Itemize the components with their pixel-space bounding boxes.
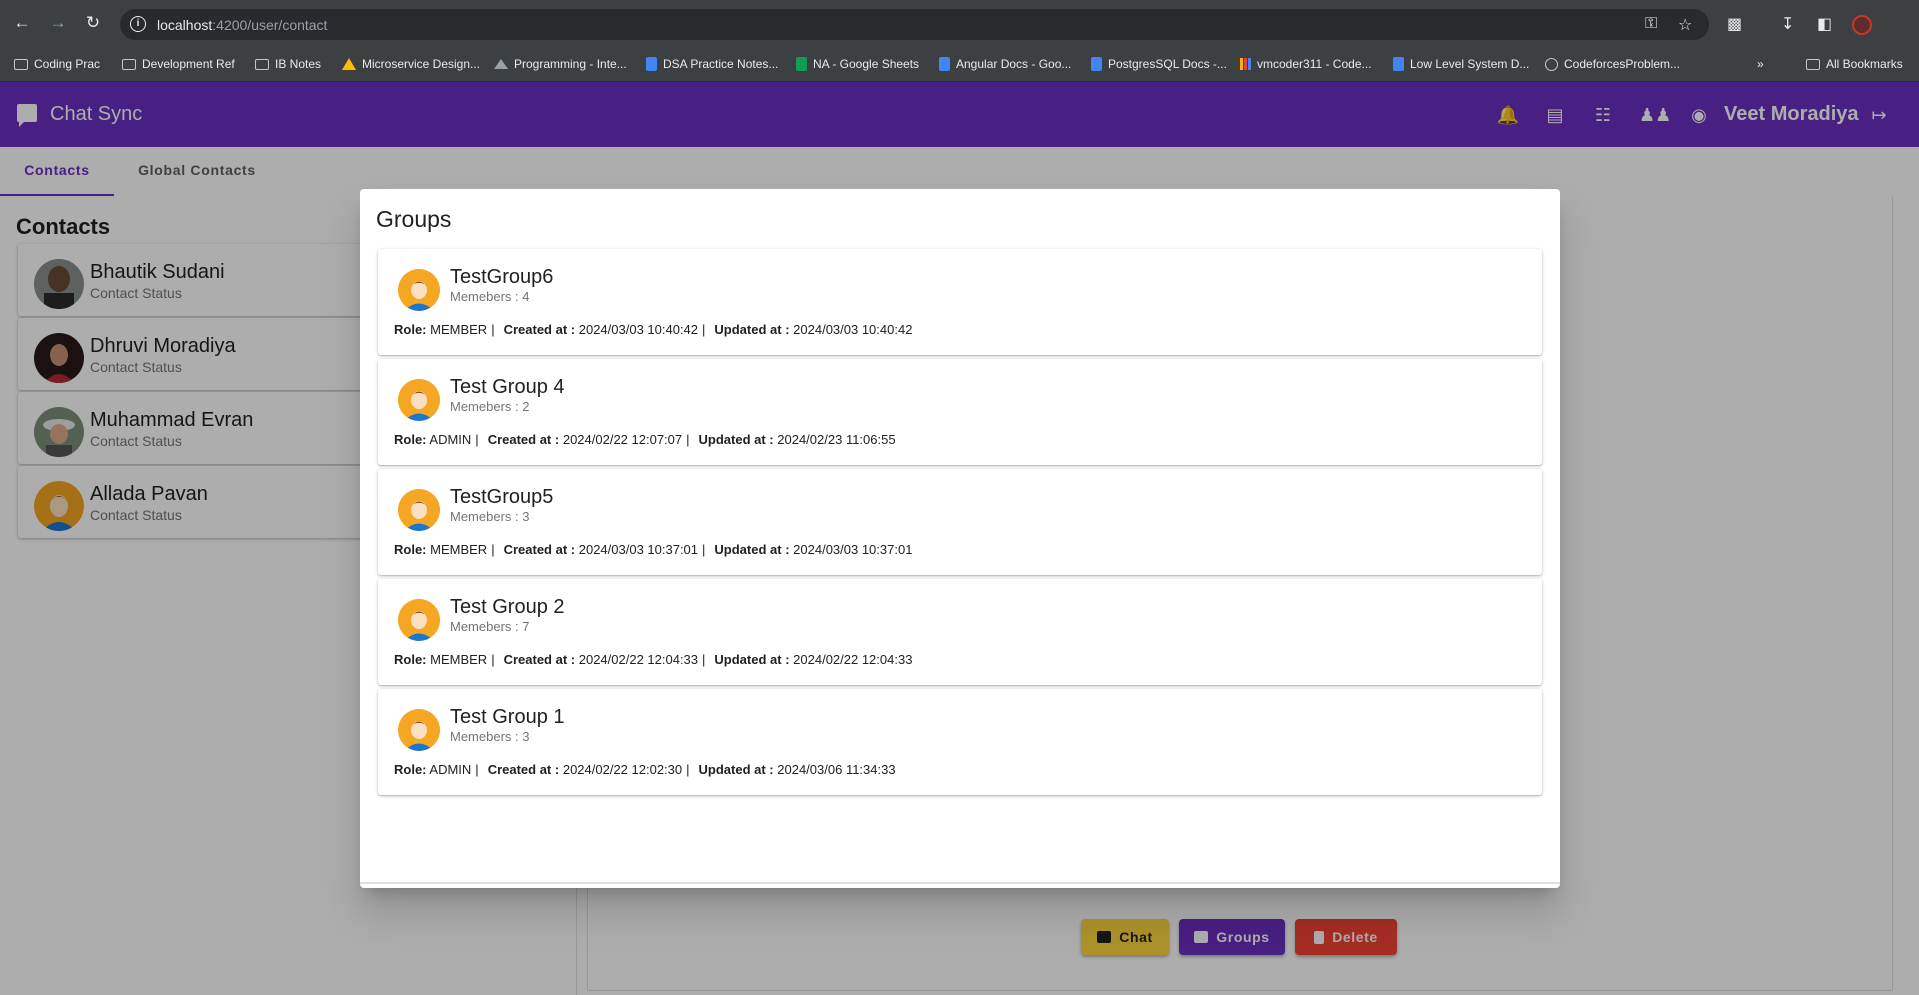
back-arrow-icon[interactable]: ←	[11, 12, 33, 34]
address-bar[interactable]: i localhost:4200/user/contact ⚿ ☆	[120, 9, 1709, 40]
google-docs-icon	[939, 57, 950, 71]
globe-icon	[1545, 57, 1558, 71]
group-updated-at: 2024/02/23 11:06:55	[777, 432, 896, 447]
avatar	[398, 599, 440, 641]
group-members-count: Memebers : 4	[450, 289, 530, 304]
bookmark-item[interactable]: Angular Docs - Goo...	[939, 57, 1071, 71]
dialog-divider	[360, 882, 1560, 884]
bookmark-item[interactable]: Programming - Inte...	[494, 57, 627, 71]
google-drive-icon	[342, 58, 356, 70]
google-docs-icon	[1393, 57, 1404, 71]
group-card[interactable]: Test Group 4 Memebers : 2 Role: ADMIN | Cr…	[378, 359, 1542, 465]
reload-icon[interactable]: ↻	[82, 12, 104, 34]
group-card[interactable]: Test Group 1 Memebers : 3 Role: ADMIN | Cr…	[378, 689, 1542, 795]
group-role: ADMIN	[429, 762, 472, 777]
group-updated-at: 2024/02/22 12:04:33	[793, 652, 913, 667]
download-icon[interactable]: ↧	[1781, 14, 1794, 34]
bookmark-item[interactable]: DSA Practice Notes...	[646, 57, 778, 71]
group-members-count: Memebers : 7	[450, 619, 530, 634]
bar-chart-icon	[1240, 58, 1251, 70]
group-meta: Role: ADMIN | Created at : 2024/02/22 12:0…	[394, 762, 896, 777]
group-meta: Role: MEMBER | Created at : 2024/03/03 10:…	[394, 322, 913, 337]
group-role: ADMIN	[429, 432, 472, 447]
folder-icon	[122, 58, 136, 70]
google-docs-icon	[646, 57, 657, 71]
group-role: MEMBER	[430, 542, 488, 557]
group-role: MEMBER	[430, 322, 488, 337]
group-name: Test Group 1	[450, 706, 565, 728]
group-created-at: 2024/02/22 12:04:33	[578, 652, 699, 667]
group-card[interactable]: Test Group 2 Memebers : 7 Role: MEMBER | C…	[378, 579, 1542, 685]
avatar	[398, 379, 440, 421]
avatar	[398, 489, 440, 531]
star-bookmark-icon[interactable]: ☆	[1678, 15, 1692, 35]
mountain-icon	[494, 59, 508, 69]
bookmark-item[interactable]: Low Level System D...	[1393, 57, 1529, 71]
folder-icon	[14, 58, 28, 70]
group-card[interactable]: TestGroup6 Memebers : 4 Role: MEMBER | Cre…	[378, 249, 1542, 355]
avatar	[398, 269, 440, 311]
google-sheets-icon	[796, 57, 807, 71]
bookmark-item[interactable]: vmcoder311 - Code...	[1240, 57, 1372, 71]
address-url[interactable]: localhost:4200/user/contact	[157, 17, 327, 33]
google-docs-icon	[1091, 57, 1102, 71]
bookmark-item[interactable]: Development Ref	[122, 57, 235, 71]
group-created-at: 2024/03/03 10:40:42	[578, 322, 699, 337]
group-members-count: Memebers : 3	[450, 729, 530, 744]
group-meta: Role: MEMBER | Created at : 2024/02/22 12:…	[394, 652, 913, 667]
group-updated-at: 2024/03/06 11:34:33	[777, 762, 896, 777]
group-created-at: 2024/03/03 10:37:01	[578, 542, 699, 557]
bookmark-item[interactable]: CodeforcesProblem...	[1545, 57, 1680, 71]
dialog-title: Groups	[376, 206, 452, 232]
group-created-at: 2024/02/22 12:07:07	[562, 432, 683, 447]
group-updated-at: 2024/03/03 10:37:01	[793, 542, 913, 557]
group-role: MEMBER	[430, 652, 488, 667]
folder-icon	[255, 58, 269, 70]
groups-dialog: Groups TestGroup6 Memebers : 4 Role: MEM…	[360, 189, 1560, 888]
bookmark-item[interactable]: IB Notes	[255, 57, 321, 71]
group-meta: Role: ADMIN | Created at : 2024/02/22 12:0…	[394, 432, 896, 447]
extensions-icon[interactable]: ▩	[1727, 14, 1742, 34]
group-name: TestGroup5	[450, 486, 554, 508]
side-panel-icon[interactable]: ◧	[1817, 14, 1832, 34]
bookmarks-bar: Coding Prac Development Ref IB Notes Mic…	[0, 49, 1919, 82]
all-bookmarks[interactable]: All Bookmarks	[1806, 57, 1903, 71]
site-info-icon[interactable]: i	[130, 16, 146, 32]
group-updated-at: 2024/03/03 10:40:42	[793, 322, 913, 337]
group-card[interactable]: TestGroup5 Memebers : 3 Role: MEMBER | Cre…	[378, 469, 1542, 575]
group-meta: Role: MEMBER | Created at : 2024/03/03 10:…	[394, 542, 913, 557]
profile-avatar-icon[interactable]	[1852, 15, 1872, 35]
more-bookmarks-chevron-icon[interactable]: »	[1757, 57, 1764, 71]
group-members-count: Memebers : 2	[450, 399, 530, 414]
group-name: TestGroup6	[450, 266, 554, 288]
bookmark-item[interactable]: Microservice Design...	[342, 57, 480, 71]
password-key-icon[interactable]: ⚿	[1645, 15, 1657, 33]
group-members-count: Memebers : 3	[450, 509, 530, 524]
group-created-at: 2024/02/22 12:02:30	[562, 762, 683, 777]
browser-toolbar: ← → ↻ i localhost:4200/user/contact ⚿ ☆ …	[0, 0, 1919, 49]
forward-arrow-icon[interactable]: →	[47, 12, 69, 34]
bookmark-item[interactable]: NA - Google Sheets	[796, 57, 919, 71]
group-name: Test Group 4	[450, 376, 565, 398]
avatar	[398, 709, 440, 751]
group-name: Test Group 2	[450, 596, 565, 618]
folder-icon	[1806, 58, 1820, 70]
bookmark-item[interactable]: Coding Prac	[14, 57, 100, 71]
bookmark-item[interactable]: PostgresSQL Docs -...	[1091, 57, 1227, 71]
